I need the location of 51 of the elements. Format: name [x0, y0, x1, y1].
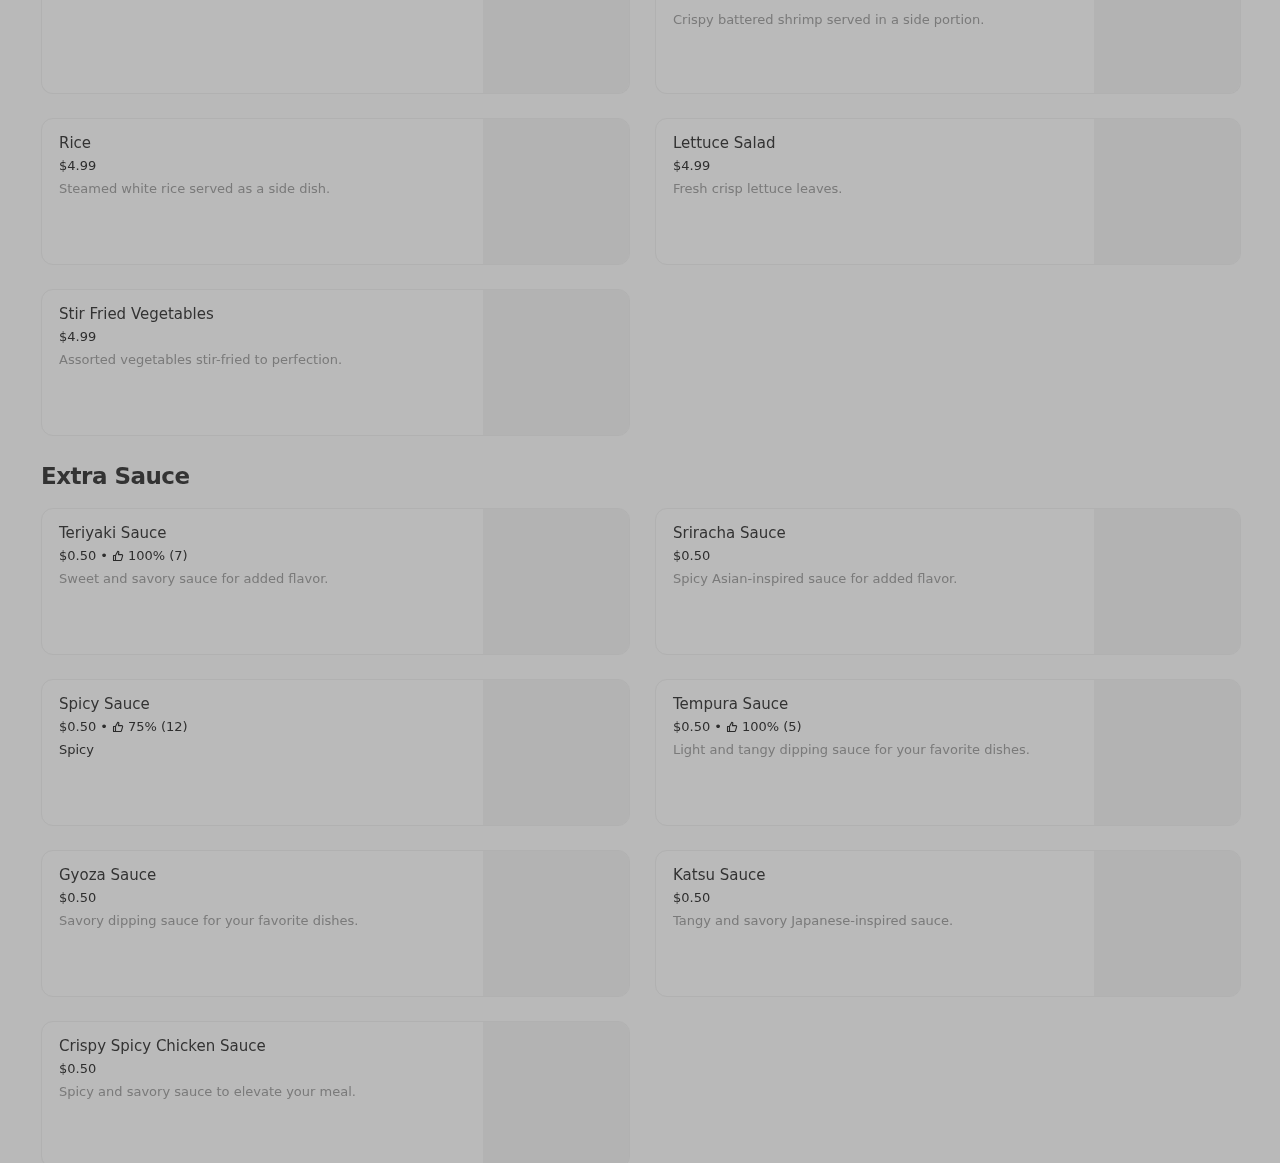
item-name: Rice: [59, 133, 93, 153]
item-rating: 75% (12): [127, 718, 188, 736]
item-price: $0.50: [673, 547, 711, 565]
item-description: Spicy Asian-inspired sauce for added flavor.: [673, 570, 959, 588]
item-price: $0.50: [59, 1060, 97, 1078]
item-price: $0.50: [673, 889, 711, 907]
item-name: Gyoza Sauce: [59, 865, 158, 885]
item-price: $0.50: [59, 547, 97, 565]
thumbs-up-icon: [725, 721, 738, 733]
item-price: $4.99: [59, 328, 97, 346]
item-description: Spicy: [59, 741, 95, 759]
item-name: Katsu Sauce: [673, 865, 767, 885]
item-description: Tangy and savory Japanese-inspired sauce.: [673, 912, 955, 930]
menu-item-card[interactable]: Tempura Sauce $0.50 • 100% (5) Light and tangy dipping sauce for your favorite dishes.: [655, 679, 1241, 826]
menu-item-card[interactable]: Teriyaki Sauce $0.50 • 100% (7) Sweet and savory sauce for added flavor.: [41, 508, 630, 655]
item-price: $4.99: [59, 157, 97, 175]
section-heading: Extra Sauce: [41, 462, 191, 491]
item-name: Sriracha Sauce: [673, 523, 787, 543]
item-description: Sweet and savory sauce for added flavor.: [59, 570, 330, 588]
item-description: Crispy battered shrimp served in a side portion.: [673, 11, 986, 29]
menu-item-card[interactable]: Katsu Sauce $0.50 Tangy and savory Japanese-inspired sauce.: [655, 850, 1241, 997]
menu-item-card[interactable]: Crispy Spicy Chicken Sauce $0.50 Spicy and savory sauce to elevate your meal.: [41, 1021, 630, 1163]
menu-item-card[interactable]: Gyoza Sauce $0.50 Savory dipping sauce for your favorite dishes.: [41, 850, 630, 997]
item-description: Steamed white rice served as a side dish.: [59, 180, 332, 198]
item-price: $0.50: [59, 718, 97, 736]
menu-item-card[interactable]: Spicy Sauce $0.50 • 75% (12) Spicy: [41, 679, 630, 826]
item-description: Spicy and savory sauce to elevate your meal.: [59, 1083, 357, 1101]
separator-dot: •: [100, 547, 108, 565]
thumbs-up-icon: [111, 721, 124, 733]
item-price: $0.50: [59, 889, 97, 907]
item-name: Tempura Sauce: [673, 694, 790, 714]
menu-item-card[interactable]: Rice $4.99 Steamed white rice served as a side dish.: [41, 118, 630, 265]
menu-item-card[interactable]: Sriracha Sauce $0.50 Spicy Asian-inspired sauce for added flavor.: [655, 508, 1241, 655]
separator-dot: •: [100, 718, 108, 736]
item-rating: 100% (5): [741, 718, 802, 736]
item-price: $0.50: [673, 718, 711, 736]
item-description: Fresh crisp lettuce leaves.: [673, 180, 844, 198]
item-rating: 100% (7): [127, 547, 188, 565]
item-description: Assorted vegetables stir-fried to perfection.: [59, 351, 344, 369]
item-name: Spicy Sauce: [59, 694, 151, 714]
thumbs-up-icon: [111, 550, 124, 562]
menu-item-card[interactable]: Stir Fried Vegetables $4.99 Assorted vegetables stir-fried to perfection.: [41, 289, 630, 436]
item-price: $4.99: [673, 157, 711, 175]
item-name: Stir Fried Vegetables: [59, 304, 215, 324]
item-name: Crispy Spicy Chicken Sauce: [59, 1036, 267, 1056]
item-description: Savory dipping sauce for your favorite dishes.: [59, 912, 360, 930]
menu-item-card[interactable]: Lettuce Salad $4.99 Fresh crisp lettuce leaves.: [655, 118, 1241, 265]
separator-dot: •: [714, 718, 722, 736]
item-description: Light and tangy dipping sauce for your favorite dishes.: [673, 741, 1031, 759]
item-name: Lettuce Salad: [673, 133, 777, 153]
item-name: Teriyaki Sauce: [59, 523, 168, 543]
